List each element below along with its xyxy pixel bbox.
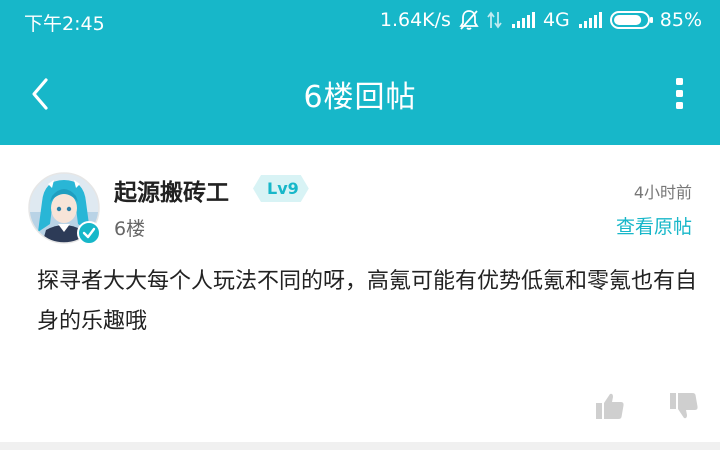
- battery: 85%: [609, 9, 702, 31]
- level-badge: Lv9: [253, 175, 309, 202]
- floor-number: 6楼: [114, 218, 146, 240]
- thumbs-down-icon: [670, 393, 698, 419]
- app-header: 6楼回帖: [0, 42, 720, 145]
- muted-bell-icon: [459, 9, 479, 31]
- status-time: 下午2:45: [24, 13, 105, 35]
- like-button[interactable]: [595, 391, 625, 421]
- thumbs-up-icon: [596, 393, 624, 419]
- more-vertical-icon: [676, 78, 683, 109]
- more-options-button[interactable]: [670, 74, 690, 114]
- bottom-divider: [0, 442, 720, 450]
- reply-post: 起源搬砖工 Lv9 6楼 4小时前 查看原帖 探寻者大大每个人玩法不同的呀，高氪…: [0, 145, 720, 442]
- post-content: 探寻者大大每个人玩法不同的呀，高氪可能有优势低氪和零氪也有自身的乐趣哦: [37, 269, 698, 334]
- signal-icon-2: [578, 11, 602, 29]
- network-speed: 1.64K/s: [379, 9, 451, 31]
- battery-icon: [609, 11, 653, 29]
- battery-percent: 85%: [659, 9, 702, 31]
- page-title: 6楼回帖: [303, 80, 417, 115]
- data-transfer-icon: [487, 10, 503, 30]
- username[interactable]: 起源搬砖工: [114, 173, 229, 207]
- status-indicators: 1.64K/s 4G 85%: [380, 9, 702, 31]
- post-time: 4小时前: [633, 183, 692, 202]
- network-type: 4G: [542, 9, 570, 31]
- status-bar: 下午2:45 1.64K/s 4G 85%: [0, 0, 720, 42]
- view-original-link[interactable]: 查看原帖: [616, 212, 692, 239]
- dislike-button[interactable]: [669, 391, 699, 421]
- verified-badge-icon: [77, 221, 101, 245]
- signal-icon: [511, 11, 535, 29]
